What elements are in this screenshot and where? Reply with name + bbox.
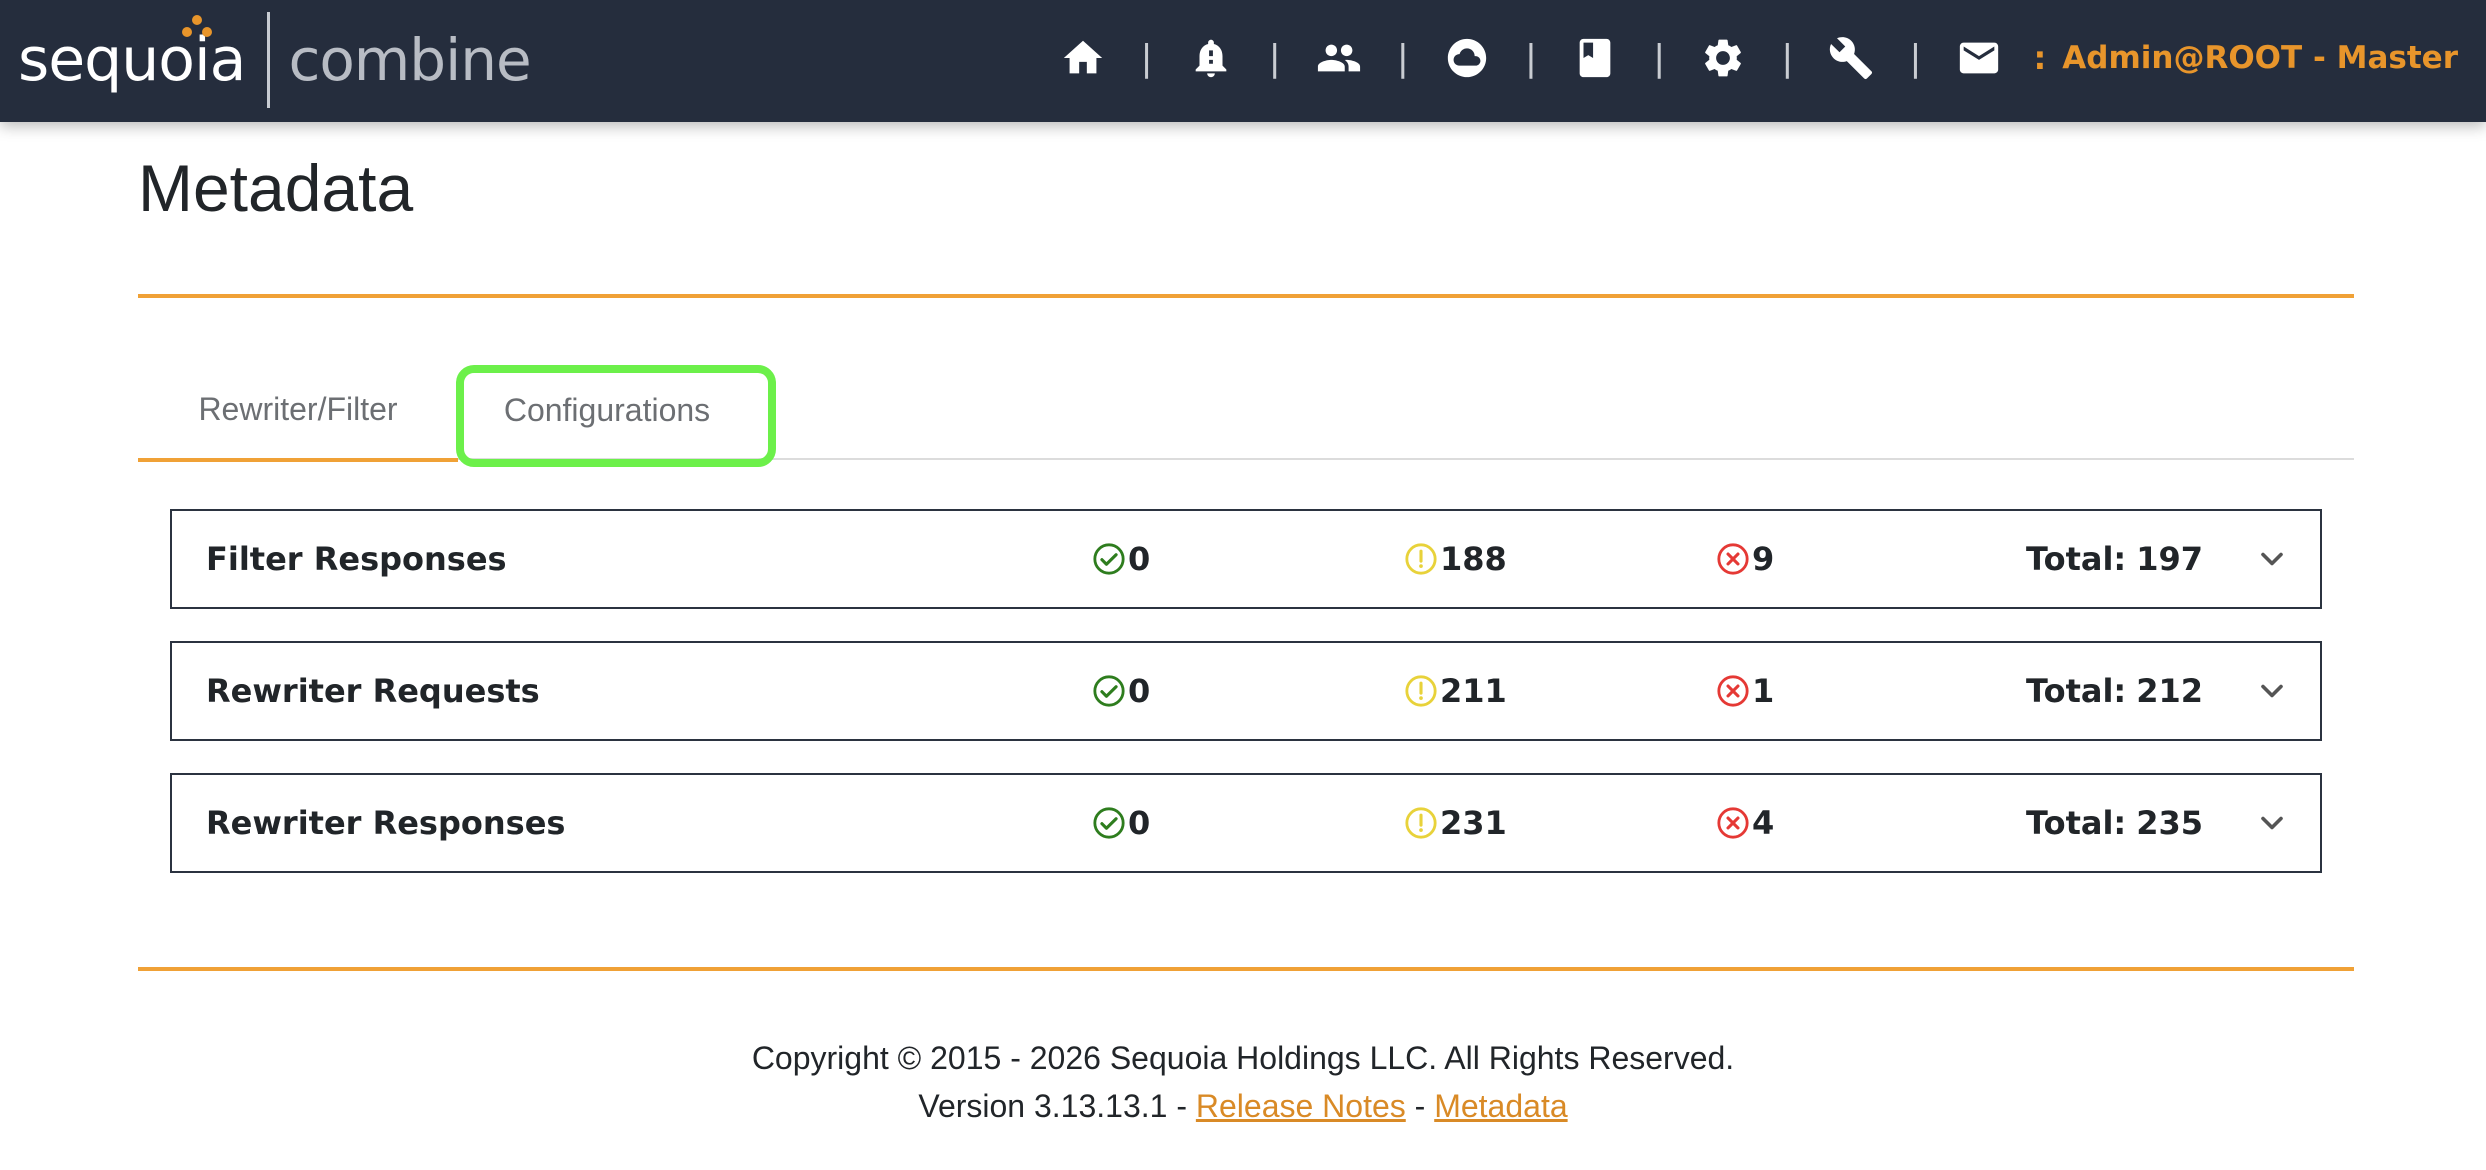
total-label: Total: [2026, 540, 2127, 578]
warn-count: 211 [1404, 643, 1507, 739]
title-divider [138, 294, 2354, 298]
version-text: Version 3.13.13.1 - [918, 1088, 1187, 1124]
warn-count: 188 [1404, 511, 1507, 607]
page-title: Metadata [138, 151, 414, 225]
logo[interactable]: sequoia combine [18, 10, 532, 110]
user-colon: : [2033, 39, 2047, 77]
home-icon[interactable] [1055, 30, 1111, 86]
row-total: Total: 197 [2026, 511, 2203, 607]
nav-separator: | [1781, 37, 1794, 79]
footer-dash: - [1414, 1088, 1426, 1124]
error-count: 4 [1716, 775, 1774, 871]
nav-separator: | [1653, 37, 1666, 79]
warning-circle-icon [1405, 807, 1437, 839]
tab-rewriter-filter[interactable]: Rewriter/Filter [138, 360, 458, 462]
accordion-row-filter-responses[interactable]: Filter Responses 0 188 9 Total: 197 [170, 509, 2322, 609]
nav-separator: | [1268, 37, 1281, 79]
version-line: Version 3.13.13.1 - Release Notes - Meta… [0, 1082, 2486, 1130]
ok-value: 0 [1128, 672, 1151, 710]
bell-icon[interactable] [1183, 30, 1239, 86]
ok-count: 0 [1092, 511, 1150, 607]
error-value: 1 [1752, 672, 1775, 710]
logo-tree-icon [182, 15, 212, 37]
ok-count: 0 [1092, 775, 1150, 871]
logo-divider [267, 12, 271, 108]
user-menu[interactable]: Admin@ROOT - Master [2062, 40, 2458, 76]
chevron-down-icon[interactable] [2254, 673, 2290, 709]
footer: Copyright © 2015 - 2026 Sequoia Holdings… [0, 1034, 2486, 1130]
error-value: 4 [1752, 804, 1775, 842]
nav-separator: | [1909, 37, 1922, 79]
nav-separator: | [1524, 37, 1538, 79]
warning-circle-icon [1405, 675, 1437, 707]
row-total: Total: 235 [2026, 775, 2203, 871]
warning-circle-icon [1405, 543, 1437, 575]
logo-subtitle: combine [288, 26, 531, 94]
gear-icon[interactable] [1695, 30, 1751, 86]
accordion-row-rewriter-responses[interactable]: Rewriter Responses 0 231 4 Total: 235 [170, 773, 2322, 873]
cloud-icon[interactable] [1439, 30, 1495, 86]
tab-bar: Rewriter/Filter Configurations [138, 360, 2354, 462]
total-label: Total: [2026, 804, 2127, 842]
metadata-link[interactable]: Metadata [1434, 1088, 1567, 1124]
warn-value: 231 [1440, 804, 1507, 842]
row-title: Filter Responses [206, 540, 507, 578]
users-icon[interactable] [1311, 30, 1367, 86]
check-circle-icon [1093, 807, 1125, 839]
error-value: 9 [1752, 540, 1775, 578]
tab-configurations[interactable]: Configurations [458, 360, 756, 460]
release-notes-link[interactable]: Release Notes [1196, 1088, 1406, 1124]
check-circle-icon [1093, 675, 1125, 707]
footer-divider [138, 967, 2354, 971]
book-icon[interactable] [1567, 30, 1623, 86]
total-value: 197 [2136, 540, 2204, 578]
top-navbar: sequoia combine | | | | | | |: Admin@RO… [0, 0, 2486, 122]
nav-icons: | | | | | | | : Admin@ROOT - Master [1055, 0, 2458, 116]
warn-value: 211 [1440, 672, 1507, 710]
ok-value: 0 [1128, 540, 1151, 578]
metadata-list: Filter Responses 0 188 9 Total: 197 Rewr… [170, 509, 2322, 905]
ok-count: 0 [1092, 643, 1150, 739]
total-value: 212 [2136, 672, 2204, 710]
row-title: Rewriter Requests [206, 672, 540, 710]
copyright-text: Copyright © 2015 - 2026 Sequoia Holdings… [751, 1040, 1735, 1076]
ok-value: 0 [1128, 804, 1151, 842]
error-count: 1 [1716, 643, 1774, 739]
check-circle-icon [1093, 543, 1125, 575]
row-title: Rewriter Responses [206, 804, 566, 842]
x-circle-icon [1717, 675, 1749, 707]
chevron-down-icon[interactable] [2254, 541, 2290, 577]
nav-separator: | [1140, 37, 1153, 79]
total-value: 235 [2136, 804, 2204, 842]
warn-count: 231 [1404, 775, 1507, 871]
warn-value: 188 [1440, 540, 1507, 578]
wrench-icon[interactable] [1823, 30, 1879, 86]
error-count: 9 [1716, 511, 1774, 607]
mail-icon[interactable] [1951, 30, 2007, 86]
chevron-down-icon[interactable] [2254, 805, 2290, 841]
x-circle-icon [1717, 807, 1749, 839]
nav-separator: | [1396, 37, 1409, 79]
accordion-row-rewriter-requests[interactable]: Rewriter Requests 0 211 1 Total: 212 [170, 641, 2322, 741]
row-total: Total: 212 [2026, 643, 2203, 739]
total-label: Total: [2026, 672, 2127, 710]
x-circle-icon [1717, 543, 1749, 575]
